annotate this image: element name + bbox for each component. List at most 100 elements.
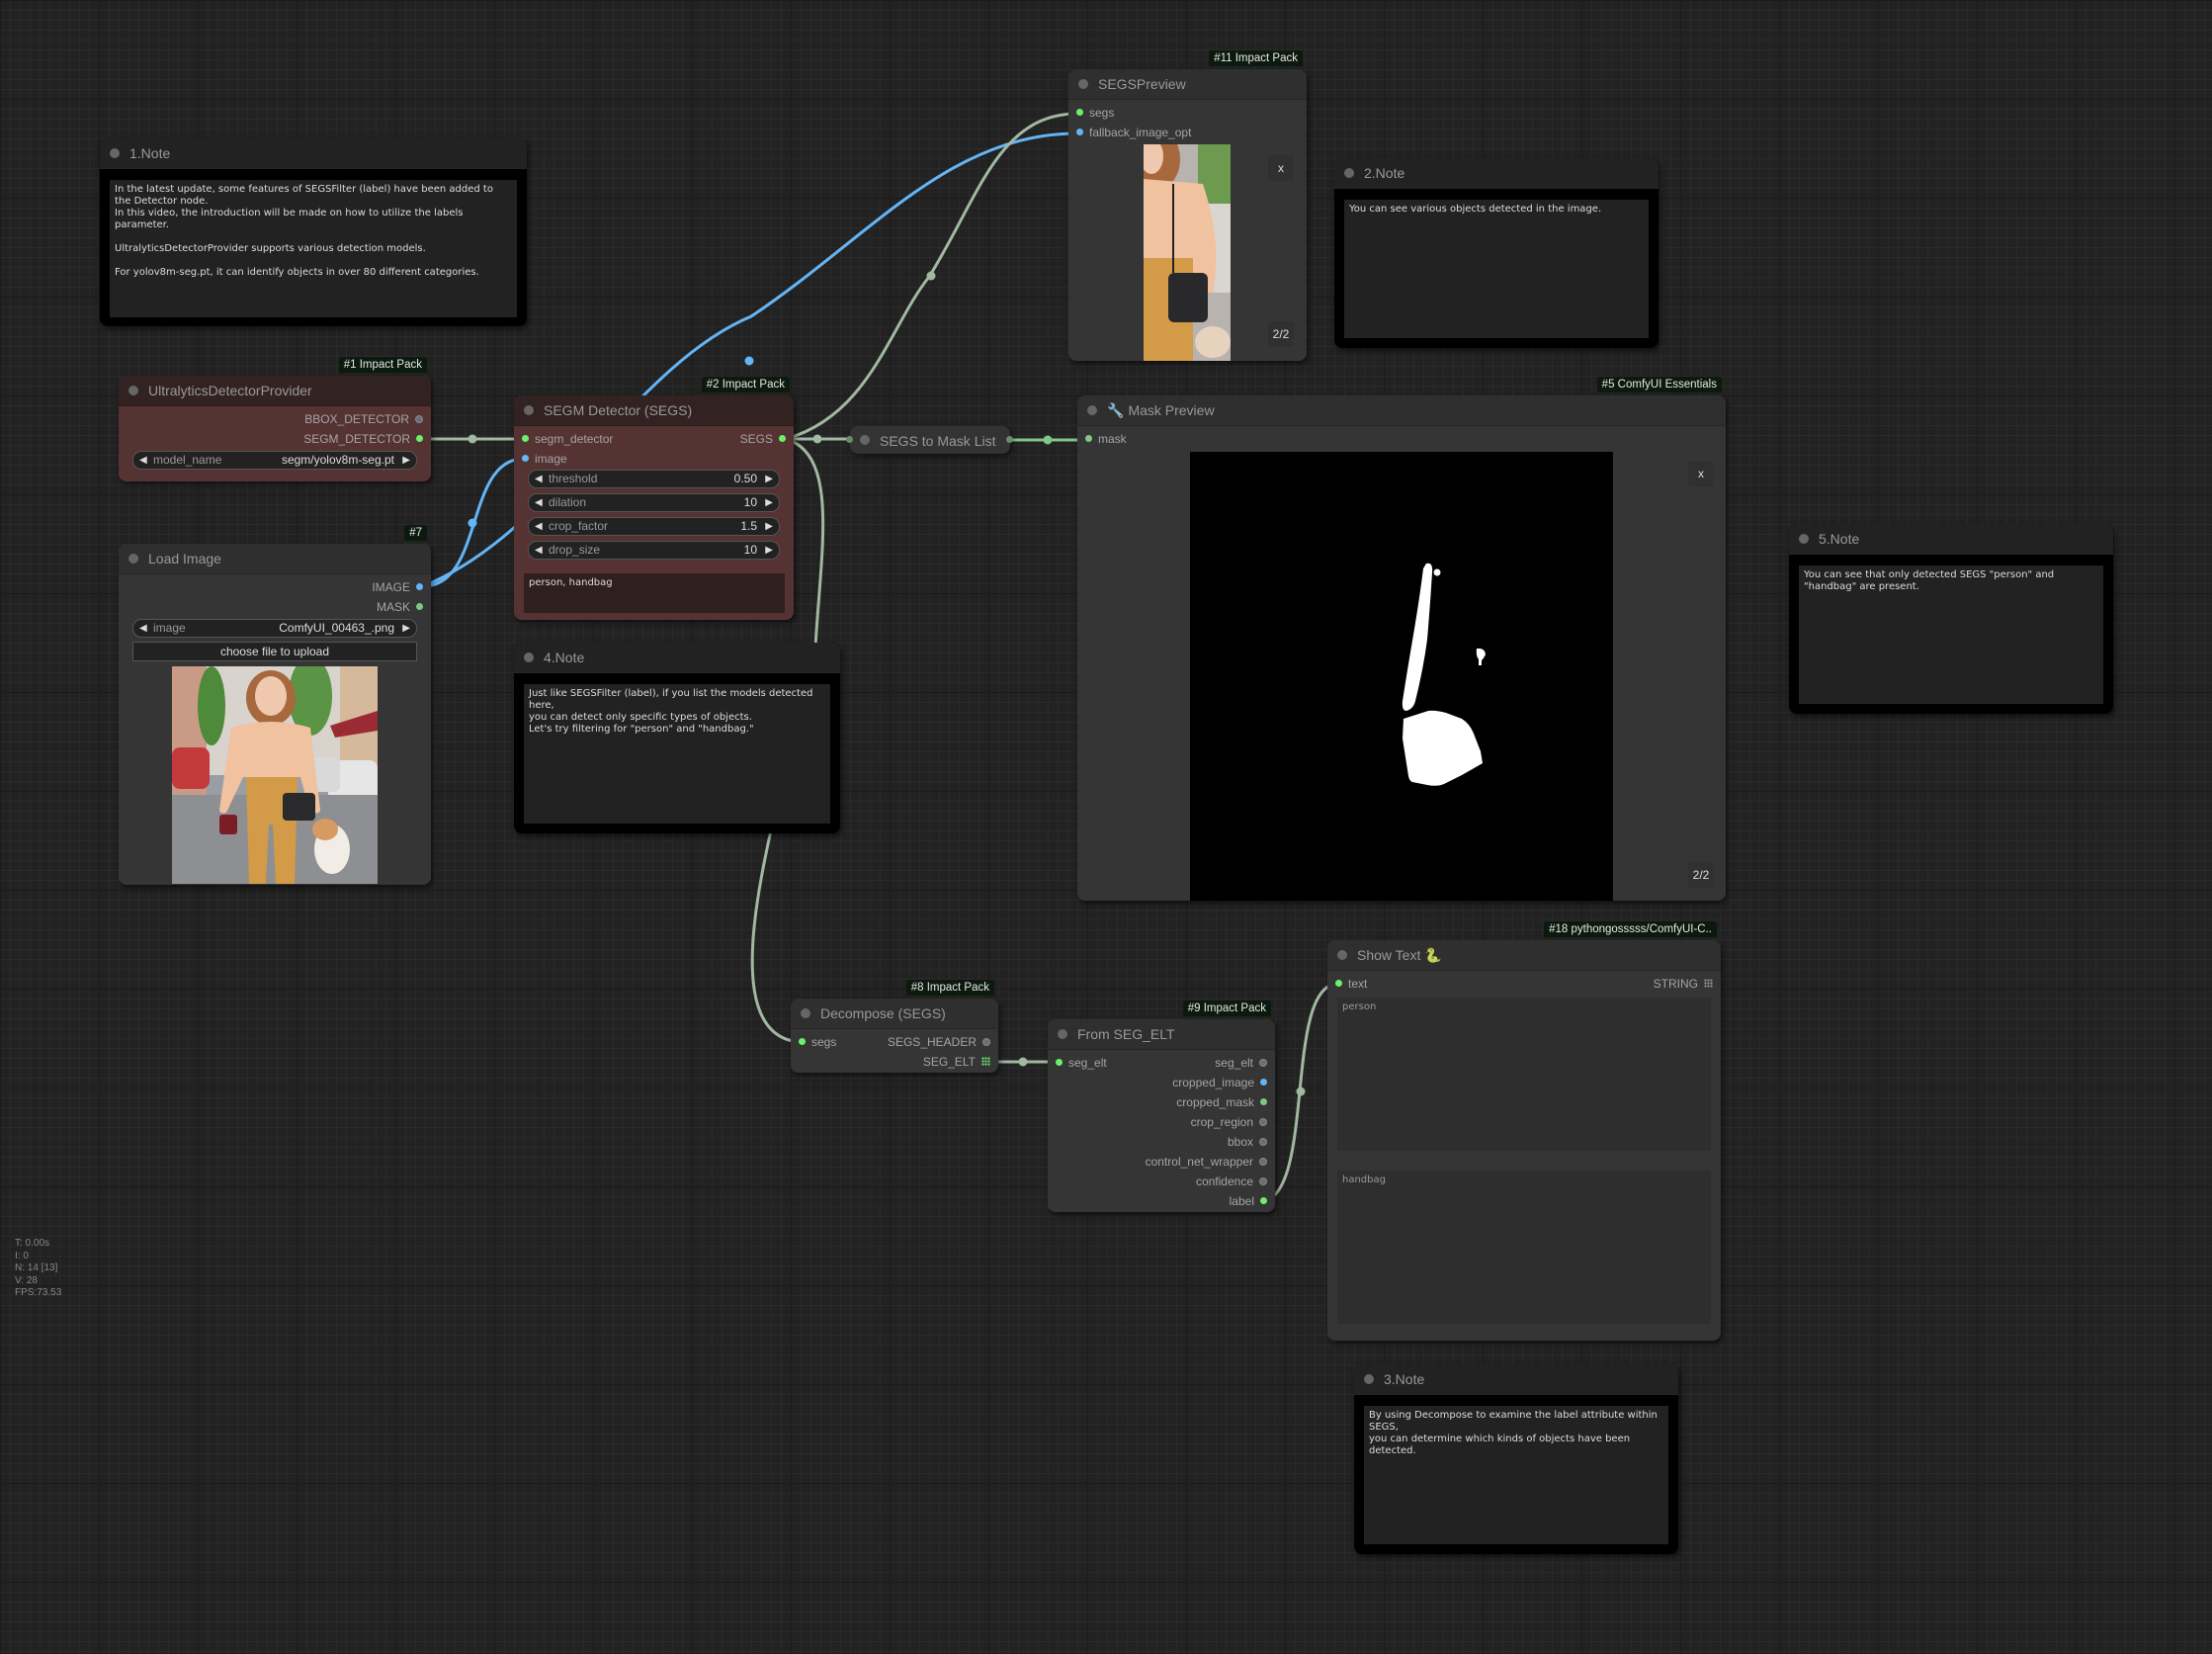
increment-arrow-icon[interactable]: ▶ — [402, 620, 410, 637]
decrement-arrow-icon[interactable]: ◀ — [535, 471, 543, 487]
slot-pin-icon[interactable] — [416, 603, 423, 611]
decrement-arrow-icon[interactable]: ◀ — [139, 620, 147, 637]
input-segs[interactable]: segs — [799, 1035, 836, 1049]
node-title-bar[interactable]: From SEG_ELT — [1048, 1019, 1275, 1050]
collapse-dot-icon[interactable] — [1344, 168, 1354, 178]
slot-pin-icon[interactable] — [1056, 1059, 1063, 1067]
output-mask[interactable]: MASK — [377, 600, 423, 614]
close-preview-button[interactable]: x — [1268, 155, 1294, 181]
link-image-to-detector[interactable] — [422, 457, 525, 588]
link-label-to-showtext[interactable] — [1264, 982, 1337, 1203]
slot-pin-icon[interactable] — [1259, 1058, 1267, 1067]
note-text[interactable]: You can see various objects detected in … — [1344, 200, 1649, 338]
node-segs-to-mask-list[interactable]: SEGS to Mask List — [846, 426, 1013, 454]
crop-factor-number-widget[interactable]: ◀ crop_factor 1.5 ▶ — [528, 517, 780, 536]
input-mask[interactable]: mask — [1085, 432, 1127, 446]
decrement-arrow-icon[interactable]: ◀ — [535, 542, 543, 559]
increment-arrow-icon[interactable]: ▶ — [765, 494, 773, 511]
note-text[interactable]: You can see that only detected SEGS "per… — [1799, 566, 2103, 704]
node-decompose-segs[interactable]: #8 Impact Pack Decompose (SEGS) segs SEG… — [791, 980, 998, 1073]
preview-counter[interactable]: 2/2 — [1688, 862, 1714, 888]
input-text[interactable]: text — [1335, 977, 1367, 991]
show-text-value[interactable]: person — [1337, 998, 1711, 1151]
output-bbox[interactable]: bbox — [1228, 1135, 1267, 1149]
slot-pin-icon[interactable] — [1259, 1157, 1267, 1166]
link-midpoint[interactable] — [1018, 1057, 1028, 1067]
slot-pin-icon[interactable] — [1076, 109, 1083, 117]
slot-pin-icon[interactable] — [779, 435, 786, 443]
input-segm-detector[interactable]: segm_detector — [522, 432, 613, 446]
slot-pin-icon[interactable] — [416, 583, 423, 591]
collapse-dot-icon[interactable] — [128, 386, 138, 395]
node-title-bar[interactable]: 3.Note — [1354, 1364, 1678, 1395]
node-title-bar[interactable]: 1.Note — [100, 138, 527, 169]
node-title-bar[interactable]: 2.Note — [1334, 158, 1659, 189]
link-segs-to-preview[interactable] — [785, 112, 1078, 441]
link-midpoint[interactable] — [744, 356, 754, 366]
output-segs-header[interactable]: SEGS_HEADER — [888, 1035, 990, 1049]
collapse-dot-icon[interactable] — [1087, 405, 1097, 415]
output-segs[interactable]: SEGS — [740, 432, 786, 446]
model-name-combo[interactable]: ◀ model_name segm/yolov8m-seg.pt ▶ — [132, 451, 417, 470]
note-4[interactable]: 4.Note Just like SEGSFilter (label), if … — [514, 643, 840, 833]
collapse-dot-icon[interactable] — [1058, 1029, 1067, 1039]
output-segm-detector[interactable]: SEGM_DETECTOR — [303, 432, 423, 446]
slot-pin-icon[interactable] — [522, 455, 529, 463]
note-text[interactable]: In the latest update, some features of S… — [110, 180, 517, 317]
link-midpoint[interactable] — [468, 434, 477, 444]
node-title-bar[interactable]: SEGM Detector (SEGS) — [514, 395, 794, 426]
collapse-dot-icon[interactable] — [1337, 950, 1347, 960]
output-pin-icon[interactable] — [1006, 436, 1013, 443]
drop-size-number-widget[interactable]: ◀ drop_size 10 ▶ — [528, 541, 780, 560]
close-preview-button[interactable]: x — [1688, 461, 1714, 486]
node-title-bar[interactable]: Load Image — [119, 544, 431, 574]
increment-arrow-icon[interactable]: ▶ — [765, 518, 773, 535]
output-bbox-detector[interactable]: BBOX_DETECTOR — [304, 412, 423, 426]
node-title-bar[interactable]: 5.Note — [1789, 524, 2113, 555]
node-from-seg-elt[interactable]: #9 Impact Pack From SEG_ELT seg_elt seg_… — [1048, 1001, 1275, 1212]
input-seg-elt[interactable]: seg_elt — [1056, 1056, 1107, 1070]
input-segs[interactable]: segs — [1076, 106, 1114, 120]
slot-pin-icon[interactable] — [1260, 1079, 1267, 1087]
threshold-number-widget[interactable]: ◀ threshold 0.50 ▶ — [528, 470, 780, 488]
preview-counter[interactable]: 2/2 — [1268, 321, 1294, 347]
collapse-dot-icon[interactable] — [524, 653, 534, 662]
node-title-bar[interactable]: UltralyticsDetectorProvider — [119, 376, 431, 406]
note-1[interactable]: 1.Note In the latest update, some featur… — [100, 138, 527, 326]
collapse-dot-icon[interactable] — [860, 435, 870, 445]
slot-pin-icon[interactable] — [522, 435, 529, 443]
increment-arrow-icon[interactable]: ▶ — [765, 542, 773, 559]
output-cropped-image[interactable]: cropped_image — [1172, 1076, 1267, 1089]
note-text[interactable]: Just like SEGSFilter (label), if you lis… — [524, 684, 830, 824]
node-title-bar[interactable]: SEGSPreview — [1068, 69, 1307, 100]
slot-pin-icon[interactable] — [1076, 129, 1083, 136]
node-title-bar[interactable]: 🔧 Mask Preview — [1077, 395, 1726, 426]
slot-pin-icon[interactable] — [1259, 1176, 1267, 1185]
note-5[interactable]: 5.Note You can see that only detected SE… — [1789, 524, 2113, 714]
node-load-image[interactable]: #7 Load Image IMAGE MASK ◀ image ComfyUI… — [119, 525, 431, 885]
collapse-dot-icon[interactable] — [1799, 534, 1809, 544]
collapse-dot-icon[interactable] — [524, 405, 534, 415]
note-3[interactable]: 3.Note By using Decompose to examine the… — [1354, 1364, 1678, 1554]
input-pin-icon[interactable] — [846, 436, 853, 443]
slot-pin-icon[interactable] — [982, 1037, 990, 1046]
decrement-arrow-icon[interactable]: ◀ — [535, 518, 543, 535]
collapse-dot-icon[interactable] — [110, 148, 120, 158]
list-pin-icon[interactable] — [981, 1057, 990, 1067]
slot-pin-icon[interactable] — [1259, 1117, 1267, 1126]
slot-pin-icon[interactable] — [1260, 1197, 1267, 1205]
node-title-bar[interactable]: Show Text 🐍 — [1327, 940, 1721, 971]
node-segs-preview[interactable]: #11 Impact Pack SEGSPreview segs fallbac… — [1068, 50, 1307, 361]
node-show-text[interactable]: #18 pythongosssss/ComfyUI-C.. Show Text … — [1327, 921, 1721, 1341]
node-ultralytics-detector-provider[interactable]: #1 Impact Pack UltralyticsDetectorProvid… — [119, 357, 431, 481]
node-mask-preview[interactable]: #5 ComfyUI Essentials 🔧 Mask Preview mask… — [1077, 377, 1726, 901]
input-fallback-image-opt[interactable]: fallback_image_opt — [1076, 126, 1191, 139]
slot-pin-icon[interactable] — [1260, 1098, 1267, 1106]
increment-arrow-icon[interactable]: ▶ — [765, 471, 773, 487]
link-midpoint[interactable] — [812, 434, 822, 444]
slot-pin-icon[interactable] — [1085, 435, 1092, 443]
slot-pin-icon[interactable] — [415, 414, 423, 423]
node-segm-detector[interactable]: #2 Impact Pack SEGM Detector (SEGS) segm… — [514, 377, 794, 620]
collapse-dot-icon[interactable] — [1078, 79, 1088, 89]
input-image[interactable]: image — [522, 452, 567, 466]
